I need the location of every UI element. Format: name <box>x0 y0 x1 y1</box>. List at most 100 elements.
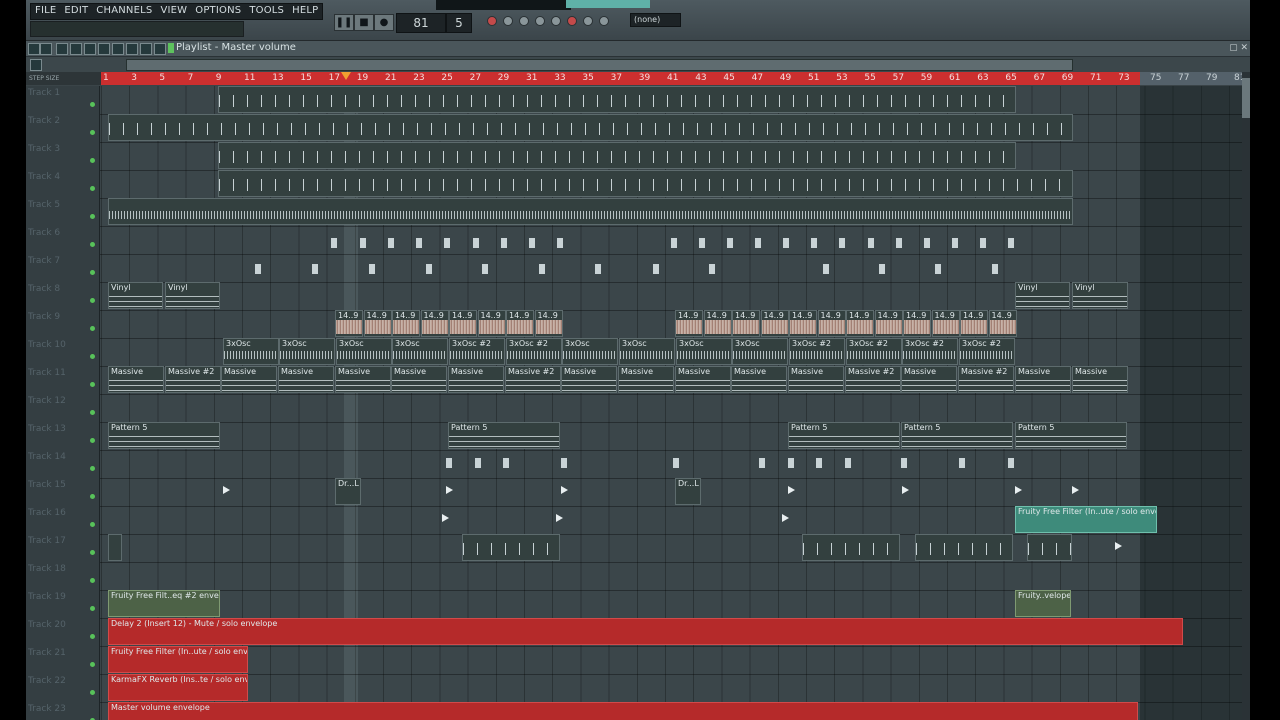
playlist-clip[interactable]: Vinyl <box>1072 282 1128 309</box>
playlist-clip[interactable]: 14..9 <box>874 310 903 337</box>
playlist-clip[interactable]: 14..9 <box>789 310 817 337</box>
note-marker[interactable] <box>868 238 874 248</box>
playlist-clip[interactable]: Pattern 5 <box>901 422 1013 449</box>
playlist-clip[interactable]: Fruity Free Filter (In..ute / solo envel… <box>108 646 248 673</box>
playlist-clip[interactable]: Massive #2 <box>165 366 221 393</box>
note-marker[interactable] <box>561 458 567 468</box>
playlist-clip[interactable]: 14..9 <box>675 310 703 337</box>
delete-icon[interactable] <box>84 43 96 55</box>
playlist-clip[interactable] <box>218 170 1073 197</box>
pattern-selector[interactable]: 81 <box>396 13 446 33</box>
playlist-clip[interactable]: Vinyl <box>1015 282 1070 309</box>
menu-view[interactable]: VIEW <box>156 4 191 19</box>
record-button[interactable]: ● <box>374 14 394 31</box>
track-header[interactable]: Track 15 <box>26 478 100 506</box>
track-header[interactable]: Track 19 <box>26 590 100 618</box>
playlist-clip[interactable]: Massive <box>221 366 277 393</box>
track-header[interactable]: Track 9 <box>26 310 100 338</box>
note-marker[interactable] <box>444 238 450 248</box>
track-enable-led[interactable] <box>90 466 95 471</box>
playlist-clip[interactable]: 14..9 <box>420 310 449 337</box>
note-marker[interactable] <box>935 264 941 274</box>
note-marker[interactable] <box>557 238 563 248</box>
note-marker[interactable] <box>255 264 261 274</box>
track-row[interactable]: Track 18 <box>26 562 1250 591</box>
note-marker[interactable] <box>992 264 998 274</box>
note-marker[interactable] <box>709 264 715 274</box>
track-enable-led[interactable] <box>90 550 95 555</box>
track-enable-led[interactable] <box>90 270 95 275</box>
track-enable-led[interactable] <box>90 158 95 163</box>
stop-button[interactable]: ■ <box>354 14 374 31</box>
track-header[interactable]: Track 8 <box>26 282 100 310</box>
track-header[interactable]: Track 13 <box>26 422 100 450</box>
note-marker[interactable] <box>901 458 907 468</box>
playlist-clip[interactable]: 14..9 <box>449 310 477 337</box>
note-marker[interactable] <box>839 238 845 248</box>
playlist-clip[interactable]: 14..9 <box>392 310 420 337</box>
track-enable-led[interactable] <box>90 242 95 247</box>
track-row[interactable]: Track 9 <box>26 310 1250 339</box>
track-enable-led[interactable] <box>90 214 95 219</box>
note-marker[interactable] <box>475 458 481 468</box>
track-enable-led[interactable] <box>90 438 95 443</box>
playlist-clip[interactable]: 14..9 <box>988 310 1017 337</box>
playlist-clip[interactable]: KarmaFX Reverb (Ins..te / solo envelope <box>108 674 248 701</box>
track-header[interactable]: Track 5 <box>26 198 100 226</box>
playlist-clip[interactable]: 3xOsc #2 <box>959 338 1015 365</box>
playlist-clip[interactable]: 14..9 <box>477 310 506 337</box>
playlist-clip[interactable]: 3xOsc <box>562 338 618 365</box>
note-marker[interactable] <box>331 238 337 248</box>
playlist-clip[interactable] <box>108 198 1073 225</box>
playlist-clip[interactable] <box>108 114 1073 141</box>
track-enable-led[interactable] <box>90 130 95 135</box>
playlist-clip[interactable]: Dr...L <box>675 478 701 505</box>
note-marker[interactable] <box>653 264 659 274</box>
menu-file[interactable]: FILE <box>31 4 60 19</box>
playlist-clip[interactable] <box>218 142 1016 169</box>
note-marker[interactable] <box>727 238 733 248</box>
note-marker[interactable] <box>699 238 705 248</box>
track-header[interactable]: Track 12 <box>26 394 100 422</box>
track-header[interactable]: Track 11 <box>26 366 100 394</box>
playlist-clip[interactable]: Massive <box>618 366 674 393</box>
playlist-clip[interactable]: 3xOsc <box>676 338 732 365</box>
menu-channels[interactable]: CHANNELS <box>92 4 156 19</box>
playlist-clip[interactable]: Vinyl <box>108 282 163 309</box>
note-marker[interactable] <box>446 458 452 468</box>
note-marker[interactable] <box>759 458 765 468</box>
knob-icon[interactable] <box>503 16 513 26</box>
track-header[interactable]: Track 3 <box>26 142 100 170</box>
track-enable-led[interactable] <box>90 326 95 331</box>
playlist-clip[interactable]: 14..9 <box>363 310 392 337</box>
track-header[interactable]: Track 17 <box>26 534 100 562</box>
playlist-clip[interactable]: 3xOsc <box>732 338 788 365</box>
track-header[interactable]: Track 21 <box>26 646 100 674</box>
vertical-scrollbar[interactable] <box>1242 72 1250 720</box>
playlist-clip[interactable]: Dr...L <box>335 478 361 505</box>
note-marker[interactable] <box>360 238 366 248</box>
playlist-clip[interactable]: Fruity..velope <box>1015 590 1071 617</box>
playlist-clip[interactable]: Massive <box>675 366 731 393</box>
playlist-clip[interactable]: 3xOsc <box>619 338 675 365</box>
playlist-clip[interactable]: 14..9 <box>703 310 732 337</box>
playlist-clip[interactable]: Massive <box>108 366 164 393</box>
note-marker[interactable] <box>595 264 601 274</box>
playlist-clip[interactable]: 14..9 <box>931 310 960 337</box>
playlist-clip[interactable]: 14..9 <box>760 310 789 337</box>
playlist-clip[interactable]: 14..9 <box>506 310 534 337</box>
playlist-clip[interactable]: 14..9 <box>335 310 363 337</box>
track-enable-led[interactable] <box>90 606 95 611</box>
note-marker[interactable] <box>896 238 902 248</box>
playlist-clip[interactable]: Fruity Free Filter (In..ute / solo envel… <box>1015 506 1157 533</box>
window-buttons[interactable]: ▢ ✕ <box>1229 43 1248 53</box>
note-marker[interactable] <box>473 238 479 248</box>
playlist-clip[interactable]: Pattern 5 <box>448 422 560 449</box>
playlist-clip[interactable]: 14..9 <box>817 310 846 337</box>
track-row[interactable]: Track 14 <box>26 450 1250 479</box>
timeline-ruler[interactable]: 1 3 5 7 9 11 13 15 17 19 21 23 25 27 29 31 33 35 37 39 41 43 4… <box>101 72 1250 85</box>
track-header[interactable]: Track 22 <box>26 674 100 702</box>
horizontal-scrollbar[interactable] <box>126 59 1073 71</box>
playlist-clip[interactable] <box>108 534 122 561</box>
playlist-clip[interactable]: Massive <box>448 366 504 393</box>
